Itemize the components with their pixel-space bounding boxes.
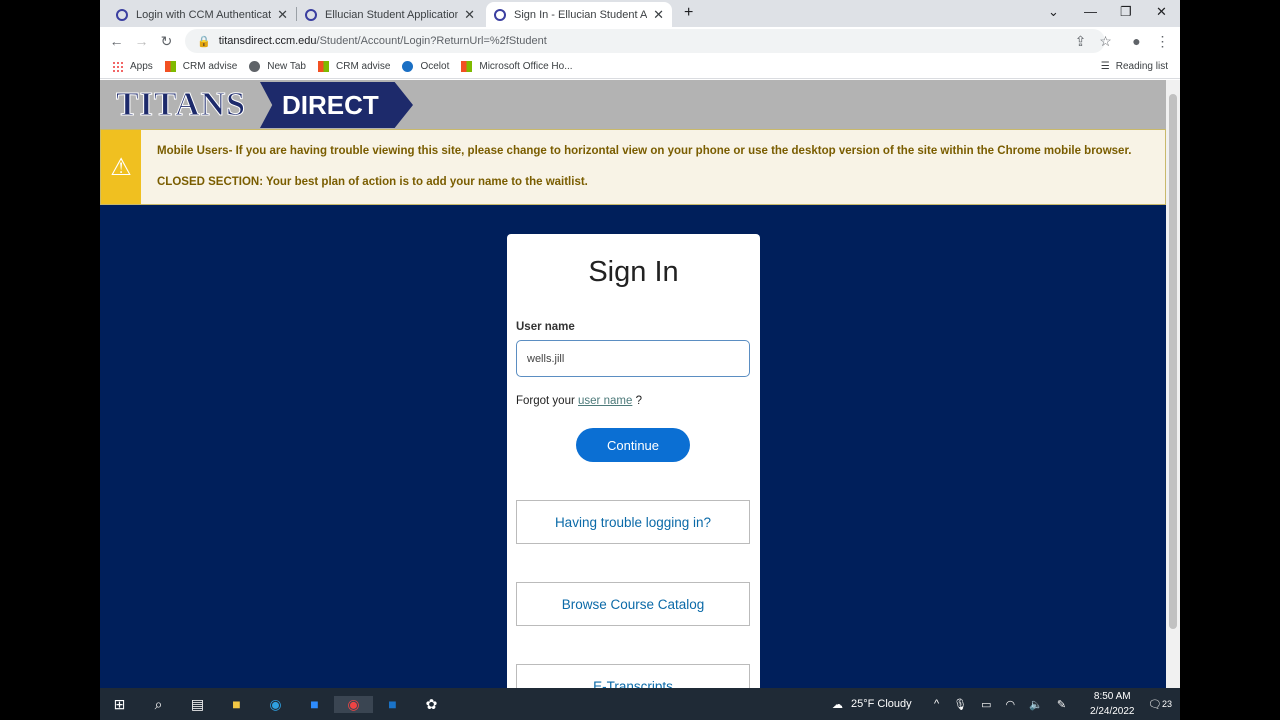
close-tab-icon[interactable]: ✕ xyxy=(653,7,664,23)
bookmark-apps[interactable]: Apps xyxy=(112,61,153,72)
forward-button[interactable]: → xyxy=(129,33,154,49)
username-input[interactable] xyxy=(516,340,750,377)
back-button[interactable]: ← xyxy=(104,33,129,49)
e-transcripts-button[interactable]: E-Transcripts xyxy=(516,664,750,688)
edge-icon[interactable]: ◉ xyxy=(256,696,295,713)
taskbar: ⊞ ⌕ ▤ ■ ◉ ■ ◉ ■ ✿ ☁ 25°F Cloudy ^ 🎙 ▭ ◠ 🔈… xyxy=(100,688,1180,720)
outlook-icon[interactable]: ■ xyxy=(373,696,412,712)
app-icon[interactable]: ✿ xyxy=(412,696,451,713)
sign-in-card: Sign In User name Forgot your user name … xyxy=(507,234,760,688)
chrome-icon[interactable]: ◉ xyxy=(334,695,373,713)
cloudy-icon: ☁ xyxy=(832,698,843,711)
logo-titans[interactable]: TITANS xyxy=(115,86,246,124)
system-tray: ^ 🎙 ▭ ◠ 🔈 ✎ xyxy=(934,688,1066,720)
reload-button[interactable]: ↻ xyxy=(154,33,179,50)
ellucian-icon xyxy=(116,8,128,21)
new-tab-button[interactable]: + xyxy=(684,4,693,22)
tab-sign-in[interactable]: Sign In - Ellucian Student Application✕ xyxy=(486,2,672,27)
alert-mobile-users: Mobile Users- If you are having trouble … xyxy=(157,145,1132,157)
forgot-username-link[interactable]: user name xyxy=(578,395,632,407)
page-scrollbar[interactable] xyxy=(1166,80,1180,688)
restore-button[interactable]: ❐ xyxy=(1120,4,1132,20)
lock-icon: 🔒 xyxy=(197,35,211,48)
file-explorer-icon[interactable]: ■ xyxy=(217,696,256,712)
browser-window: Login with CCM Authentication ✕ Ellucian … xyxy=(100,0,1180,720)
bookmarks-bar: Apps CRM advise New Tab CRM advise Ocelo… xyxy=(100,55,1180,79)
tab-ellucian[interactable]: Ellucian Student Application ✕ xyxy=(297,2,483,27)
alert-banner: ⚠ Mobile Users- If you are having troubl… xyxy=(100,129,1166,205)
reading-list-button[interactable]: ☰ Reading list xyxy=(1101,61,1168,72)
star-icon[interactable]: ☆ xyxy=(1093,33,1118,50)
bookmark-crm-advise-2[interactable]: CRM advise xyxy=(318,61,390,72)
url-bar[interactable]: 🔒 titansdirect.ccm.edu/Student/Account/Lo… xyxy=(185,29,1105,53)
pen-icon[interactable]: ✎ xyxy=(1057,698,1066,711)
site-header: TITANS DIRECT xyxy=(100,80,1166,129)
search-icon[interactable]: ⌕ xyxy=(139,696,178,713)
ellucian-icon xyxy=(494,8,506,21)
start-icon[interactable]: ⊞ xyxy=(100,696,139,713)
bookmark-crm-advise[interactable]: CRM advise xyxy=(164,61,237,72)
bookmark-ocelot[interactable]: Ocelot xyxy=(402,61,449,72)
bookmark-new-tab[interactable]: New Tab xyxy=(249,61,306,72)
wifi-icon[interactable]: ◠ xyxy=(1006,698,1016,711)
continue-button[interactable]: Continue xyxy=(576,428,690,462)
logo-direct[interactable]: DIRECT xyxy=(260,82,413,128)
battery-icon[interactable]: ▭ xyxy=(981,698,991,711)
close-tab-icon[interactable]: ✕ xyxy=(464,7,475,23)
notifications-button[interactable]: 🗨 23 xyxy=(1148,688,1172,720)
reading-list-icon: ☰ xyxy=(1100,61,1110,72)
menu-icon[interactable]: ⋮ xyxy=(1150,33,1175,50)
notification-icon: 🗨 xyxy=(1148,698,1162,711)
warning-icon: ⚠ xyxy=(101,130,141,204)
weather-widget[interactable]: ☁ 25°F Cloudy xyxy=(832,688,912,720)
username-label: User name xyxy=(516,321,575,333)
clock[interactable]: 8:50 AM 2/24/2022 xyxy=(1090,688,1135,720)
tab-strip: Login with CCM Authentication ✕ Ellucian … xyxy=(100,0,1180,27)
forgot-username-text: Forgot your user name ? xyxy=(516,395,642,407)
bookmark-microsoft-office[interactable]: Microsoft Office Ho... xyxy=(461,61,573,72)
page-title: Sign In xyxy=(588,256,679,288)
minimize-button[interactable]: — xyxy=(1084,4,1097,19)
profile-icon[interactable]: ● xyxy=(1124,33,1149,49)
browse-course-catalog-button[interactable]: Browse Course Catalog xyxy=(516,582,750,626)
chevron-up-icon[interactable]: ^ xyxy=(934,698,939,710)
close-window-button[interactable]: ✕ xyxy=(1156,4,1167,20)
alert-closed-section: CLOSED SECTION: Your best plan of action… xyxy=(157,176,588,188)
ellucian-icon xyxy=(305,8,317,21)
page-content: TITANS DIRECT ⚠ Mobile Users- If you are… xyxy=(100,80,1166,688)
tab-ccm-auth[interactable]: Login with CCM Authentication ✕ xyxy=(108,2,296,27)
address-bar-row: ← → ↻ 🔒 titansdirect.ccm.edu/Student/Acco… xyxy=(100,27,1180,55)
zoom-icon[interactable]: ■ xyxy=(295,696,334,712)
microphone-icon[interactable]: 🎙 xyxy=(953,698,967,711)
task-view-icon[interactable]: ▤ xyxy=(178,696,217,713)
volume-icon[interactable]: 🔈 xyxy=(1029,698,1043,711)
trouble-logging-in-button[interactable]: Having trouble logging in? xyxy=(516,500,750,544)
close-tab-icon[interactable]: ✕ xyxy=(277,7,288,23)
share-icon[interactable]: ⇪ xyxy=(1068,33,1093,50)
tab-search-icon[interactable]: ⌄ xyxy=(1048,4,1059,20)
